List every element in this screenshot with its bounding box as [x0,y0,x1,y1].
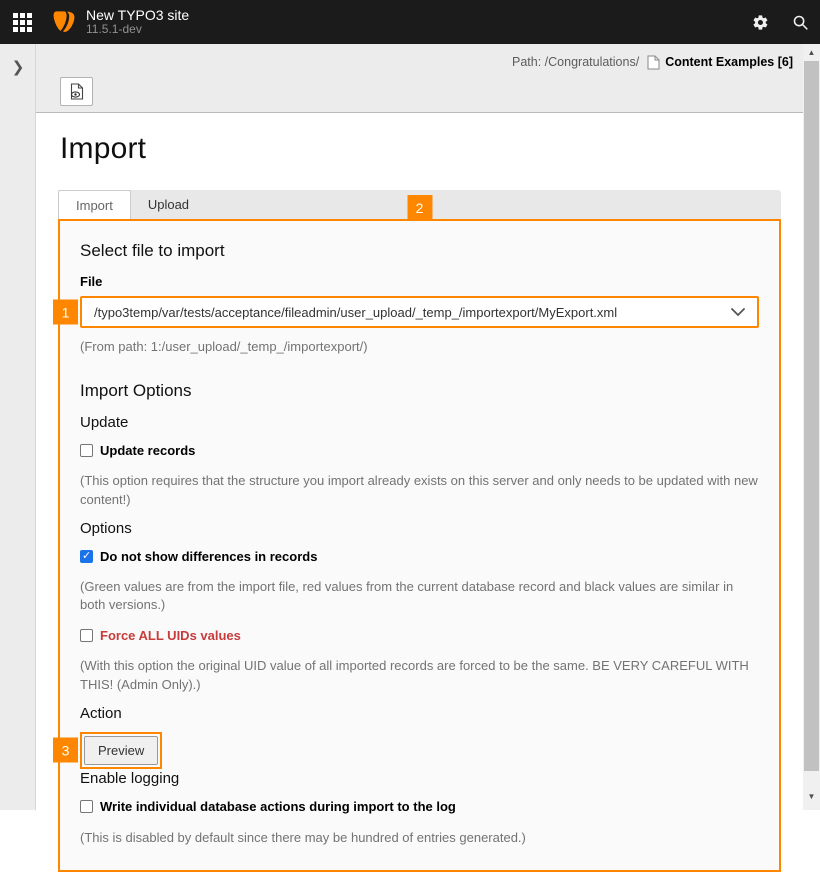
page-title: Import [60,132,781,166]
file-label: File [80,274,759,289]
doc-header: Path: /Congratulations/ Content Examples… [36,44,803,113]
no-diff-checkbox[interactable] [80,550,93,563]
chevron-down-icon [731,308,745,317]
vertical-scrollbar[interactable]: ▲ ▼ [803,44,820,810]
force-uid-label[interactable]: Force ALL UIDs values [100,628,241,643]
update-note: (This option requires that the structure… [80,472,759,510]
chevron-right-icon: ❯ [12,58,25,76]
log-checkbox[interactable] [80,800,93,813]
scroll-up-arrow-icon[interactable]: ▲ [803,44,820,61]
scroll-down-arrow-icon[interactable]: ▼ [803,788,820,805]
action-heading: Action [80,705,759,722]
grid-icon [13,13,32,32]
log-label[interactable]: Write individual database actions during… [100,799,456,814]
module-body: Import Import Upload 2 Select file to im… [36,132,803,872]
site-title-block: New TYPO3 site 11.5.1-dev [86,7,189,37]
scrollbar-thumb[interactable] [804,61,819,771]
view-webpage-button[interactable] [60,77,93,106]
site-title: New TYPO3 site [86,7,189,23]
gear-icon [752,14,769,31]
topbar: New TYPO3 site 11.5.1-dev [0,0,820,44]
no-diff-label[interactable]: Do not show differences in records [100,549,317,564]
search-toolbar-button[interactable] [780,0,820,44]
tab-upload[interactable]: Upload [131,190,206,219]
module-menu-collapsed: ❯ [0,44,36,810]
annotation-marker-2: 2 [407,195,432,220]
no-diff-note: (Green values are from the import file, … [80,578,759,616]
page-icon [647,55,660,70]
typo3-version: 11.5.1-dev [86,23,189,37]
annotation-marker-3: 3 [53,738,78,763]
options-heading: Options [80,520,759,537]
update-records-label[interactable]: Update records [100,443,195,458]
update-records-checkbox[interactable] [80,444,93,457]
preview-button-highlight: 3 Preview [80,732,162,769]
modules-menu-button[interactable] [0,0,44,44]
force-uid-note: (With this option the original UID value… [80,657,759,695]
from-path-note: (From path: 1:/user_upload/_temp_/import… [80,338,759,357]
module-frame: Path: /Congratulations/ Content Examples… [36,44,803,810]
view-page-icon [69,83,85,100]
record-title: Content Examples [6] [665,55,793,69]
force-uid-checkbox[interactable] [80,629,93,642]
preview-button[interactable]: Preview [84,736,158,765]
search-icon [792,14,809,31]
tab-import[interactable]: Import [58,190,131,219]
annotation-marker-1: 1 [53,300,78,325]
log-note: (This is disabled by default since there… [80,829,759,848]
typo3-logo-icon [51,9,77,35]
expand-navigation-button[interactable]: ❯ [0,52,36,82]
file-select-value: /typo3temp/var/tests/acceptance/fileadmi… [94,305,731,320]
file-select[interactable]: /typo3temp/var/tests/acceptance/fileadmi… [80,296,759,328]
import-options-heading: Import Options [80,381,759,401]
update-heading: Update [80,414,759,431]
logging-heading: Enable logging [80,770,759,787]
breadcrumb: Path: /Congratulations/ [512,55,639,69]
import-tab-panel: 2 Select file to import File 1 /typo3tem… [58,219,781,872]
settings-toolbar-button[interactable] [740,0,780,44]
select-file-heading: Select file to import [80,241,759,261]
